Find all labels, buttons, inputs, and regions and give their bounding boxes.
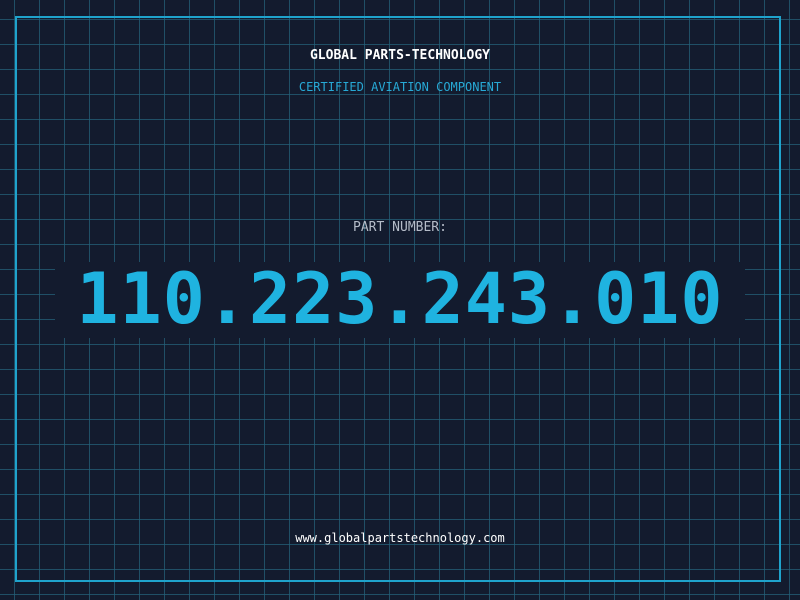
company-name: GLOBAL PARTS-TECHNOLOGY	[309, 48, 490, 63]
part-number-value: 110.223.243.010	[76, 258, 724, 340]
website-url: www.globalpartstechnology.com	[295, 531, 505, 545]
part-number-label: PART NUMBER:	[353, 220, 447, 235]
label-card: GLOBAL PARTS-TECHNOLOGY CERTIFIED AVIATI…	[0, 0, 800, 600]
certification-tagline: CERTIFIED AVIATION COMPONENT	[298, 80, 502, 94]
